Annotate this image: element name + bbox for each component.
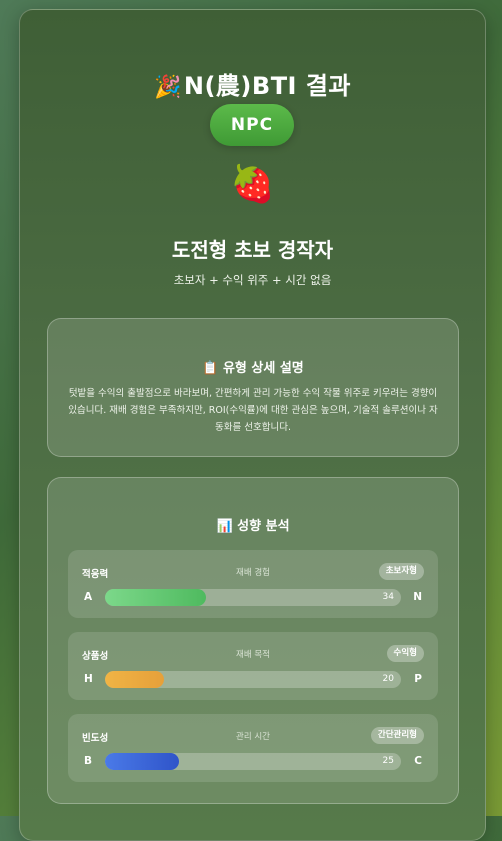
trait-progress-track: 34 — [105, 589, 401, 606]
strawberry-icon: 🍓 — [230, 164, 275, 205]
trait-value: 34 — [382, 592, 394, 602]
trait-value: 25 — [382, 756, 394, 766]
trait-tag: 초보자형 — [378, 563, 424, 580]
trait-progress-track: 20 — [105, 671, 401, 688]
trait-right-pole: C — [414, 755, 422, 767]
type-summary: 초보자 + 수익 위주 + 시간 없음 — [173, 273, 332, 287]
trait-row: 적응력 재배 경험 초보자형 A 34 N — [68, 550, 438, 618]
result-title: 🎉N(農)BTI 결과 — [20, 66, 485, 101]
trait-row: 빈도성 관리 시간 간단관리형 B 25 C — [68, 714, 438, 782]
trait-right-pole: P — [414, 673, 422, 685]
type-name: 도전형 초보 경작자 — [171, 238, 334, 262]
analysis-panel: 📊 성향 분석 적응력 재배 경험 초보자형 A 34 N 상품성 재배 목적 … — [47, 477, 459, 804]
trait-tag: 수익형 — [386, 645, 424, 662]
description-text: 텃밭을 수익의 출발점으로 바라보며, 간편하게 관리 가능한 수익 작물 위주… — [68, 388, 438, 433]
trait-value: 20 — [382, 674, 394, 684]
trait-progress-fill — [105, 589, 206, 606]
trait-left-pole: A — [84, 591, 93, 603]
trait-category: 재배 목적 — [236, 650, 270, 660]
trait-right-pole: N — [413, 591, 422, 603]
analysis-title: 📊 성향 분석 — [216, 519, 290, 534]
description-title: 📋 유형 상세 설명 — [202, 361, 304, 376]
trait-row: 상품성 재배 목적 수익형 H 20 P — [68, 632, 438, 700]
trait-progress-fill — [105, 671, 165, 688]
description-panel: 📋 유형 상세 설명 텃밭을 수익의 출발점으로 바라보며, 간편하게 관리 가… — [47, 318, 459, 457]
party-popper-icon: 🎉 — [153, 75, 182, 100]
result-card: 🎉N(農)BTI 결과 NPC 🍓 도전형 초보 경작자 초보자 + 수익 위주… — [19, 9, 486, 841]
trait-tag: 간단관리형 — [370, 727, 424, 744]
trait-progress-track: 25 — [105, 753, 401, 770]
type-code-badge: NPC — [210, 104, 294, 146]
trait-left-pole: B — [84, 755, 93, 767]
result-title-text: N(農)BTI 결과 — [183, 72, 352, 100]
trait-left-pole: H — [84, 673, 93, 685]
trait-progress-fill — [105, 753, 179, 770]
